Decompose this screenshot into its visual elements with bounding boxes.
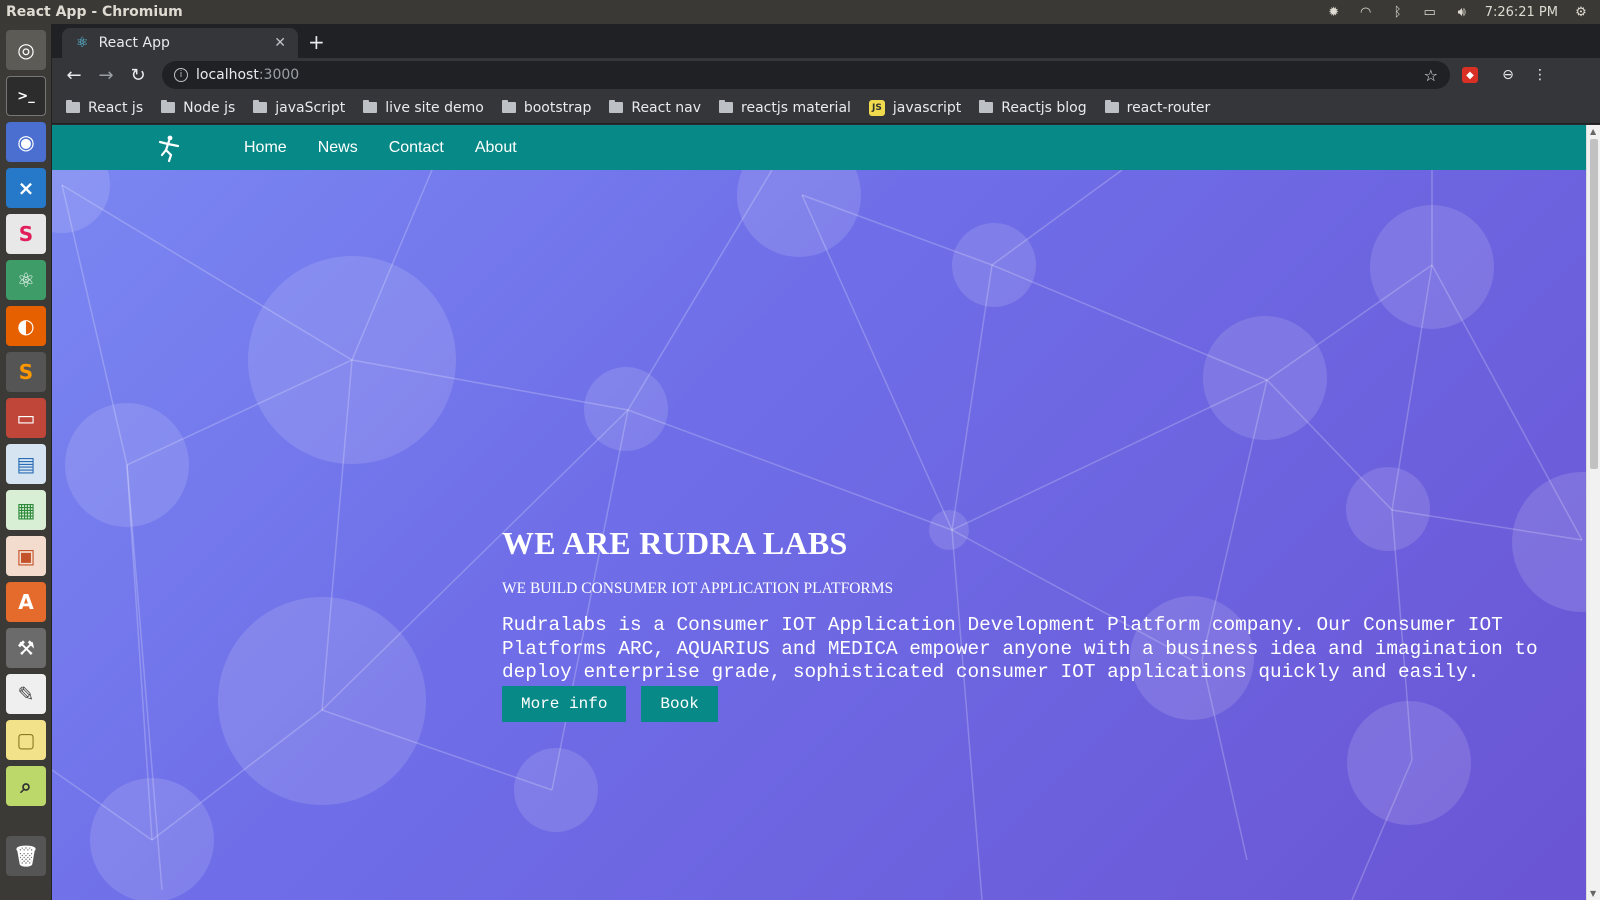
- atom-icon[interactable]: ⚛: [6, 260, 46, 300]
- browser-toolbar: ← → ↻ i localhost:3000 ☆ ◆ ⊖ ⋮: [52, 58, 1600, 92]
- wifi-icon[interactable]: ◠: [1357, 4, 1375, 20]
- bookmark-label: Node js: [183, 99, 236, 116]
- writer-icon[interactable]: ▤: [6, 444, 46, 484]
- volume-icon[interactable]: 🔊︎: [1453, 4, 1471, 20]
- folder-icon: [719, 100, 734, 113]
- bookmark-item[interactable]: JS javascript: [868, 99, 962, 116]
- hero-section: WE ARE RUDRA LABS WE BUILD CONSUMER IOT …: [502, 525, 1562, 722]
- hero-description: Rudralabs is a Consumer IOT Application …: [502, 614, 1562, 685]
- scroll-down-icon[interactable]: ▼: [1590, 889, 1596, 898]
- folder-icon: [66, 100, 80, 113]
- forward-button[interactable]: →: [90, 65, 122, 86]
- update-icon[interactable]: ✹: [1325, 4, 1343, 20]
- hero-description-line: Rudralabs is a Consumer IOT Application …: [502, 614, 1503, 636]
- bookmark-item[interactable]: React js: [66, 100, 143, 116]
- system-settings-icon[interactable]: ⚒: [6, 628, 46, 668]
- battery-icon[interactable]: ▭: [1421, 4, 1439, 20]
- bookmark-label: react-router: [1126, 99, 1211, 116]
- bookmark-label: React nav: [631, 99, 702, 116]
- bluetooth-icon[interactable]: ᛒ: [1389, 4, 1407, 20]
- url-port: :3000: [258, 67, 300, 83]
- hero-title: WE ARE RUDRA LABS: [502, 525, 848, 561]
- bookmark-label: Reactjs blog: [1001, 99, 1087, 116]
- incognito-extension-icon[interactable]: ⊖: [1494, 65, 1522, 85]
- clock[interactable]: 7:26:21 PM: [1485, 5, 1558, 20]
- image-viewer-icon[interactable]: ⌕: [6, 766, 46, 806]
- react-icon: ⚛: [76, 35, 89, 51]
- site-info-icon[interactable]: i: [174, 68, 188, 82]
- nav-link-contact[interactable]: Contact: [389, 139, 444, 157]
- system-top-bar: React App - Chromium ✹ ◠ ᛒ ▭ 🔊︎ 7:26:21 …: [0, 0, 1600, 24]
- folder-icon: [161, 100, 176, 113]
- page-viewport: Home News Contact About WE ARE RUDRA LAB…: [52, 125, 1586, 900]
- folder-icon: [1104, 100, 1119, 113]
- reload-button[interactable]: ↻: [122, 65, 154, 86]
- scrollbar-thumb[interactable]: [1590, 139, 1598, 469]
- tab-react-app[interactable]: ⚛ React App ✕: [62, 28, 298, 58]
- menu-kebab-icon[interactable]: ⋮: [1526, 65, 1554, 85]
- bookmark-item[interactable]: bootstrap: [501, 99, 592, 116]
- sticky-notes-icon[interactable]: ▢: [6, 720, 46, 760]
- vscode-icon[interactable]: ⨯: [6, 168, 46, 208]
- bookmark-item[interactable]: live site demo: [363, 100, 484, 116]
- text-editor-icon[interactable]: ✎: [6, 674, 46, 714]
- sublime-icon[interactable]: S: [6, 352, 46, 392]
- nav-link-home[interactable]: Home: [244, 139, 287, 157]
- page-scrollbar[interactable]: ▲ ▼: [1586, 125, 1600, 900]
- hero-description-line: Platforms ARC, AQUARIUS and MEDICA empow…: [502, 637, 1538, 660]
- tab-strip: ⚛ React App ✕ +: [52, 24, 1600, 58]
- hero-subtitle: WE BUILD CONSUMER IOT APPLICATION PLATFO…: [502, 580, 894, 597]
- bookmark-label: bootstrap: [523, 99, 592, 116]
- impress-icon[interactable]: ▣: [6, 536, 46, 576]
- hero-description-line: deploy enterprise grade, sophisticated c…: [502, 661, 1480, 683]
- folder-icon: [253, 100, 268, 113]
- more-info-button[interactable]: More info: [502, 685, 627, 722]
- slack-icon[interactable]: S: [6, 214, 46, 254]
- folder-icon: [979, 100, 994, 113]
- rudra-labs-logo-icon[interactable]: [154, 133, 184, 163]
- nav-link-about[interactable]: About: [475, 139, 517, 157]
- bookmark-star-icon[interactable]: ☆: [1424, 66, 1438, 85]
- bookmark-label: live site demo: [385, 99, 484, 116]
- hero-buttons: More info Book: [502, 685, 1562, 722]
- scroll-up-icon[interactable]: ▲: [1590, 127, 1596, 136]
- bookmark-item[interactable]: react-router: [1104, 99, 1211, 116]
- close-tab-icon[interactable]: ✕: [274, 35, 286, 51]
- bookmark-item[interactable]: React nav: [609, 100, 701, 116]
- bookmark-label: javascript: [892, 99, 962, 116]
- terminal-icon[interactable]: >_: [6, 76, 46, 116]
- nav-links: Home News Contact About: [244, 139, 517, 157]
- ubuntu-dash-icon[interactable]: ◎: [6, 30, 46, 70]
- firefox-icon[interactable]: ◐: [6, 306, 46, 346]
- chromium-icon[interactable]: ◉: [6, 122, 46, 162]
- folder-icon: [609, 100, 624, 113]
- book-button[interactable]: Book: [641, 685, 718, 722]
- bookmark-item[interactable]: Reactjs blog: [979, 99, 1087, 116]
- software-center-icon[interactable]: A: [6, 582, 46, 622]
- window-title: React App - Chromium: [6, 4, 183, 20]
- bookmarks-bar: React js Node js javaScript live site de…: [52, 92, 1600, 124]
- bookmark-item[interactable]: Node js: [161, 100, 235, 116]
- new-tab-button[interactable]: +: [308, 30, 325, 54]
- tab-title: React App: [98, 35, 170, 51]
- settings-icon[interactable]: ⚙: [1572, 4, 1590, 20]
- js-icon: JS: [868, 99, 885, 116]
- calc-icon[interactable]: ▦: [6, 490, 46, 530]
- extension-icon[interactable]: ◆: [1462, 67, 1478, 83]
- folder-icon: [363, 100, 378, 113]
- ubuntu-launcher: ◎ >_ ◉ ⨯ S ⚛ ◐ S ▭ ▤ ▦ ▣ A ⚒ ✎ ▢ ⌕ 🗑︎: [0, 24, 52, 900]
- trash-icon[interactable]: 🗑︎: [6, 836, 46, 876]
- url-host: localhost: [196, 67, 259, 83]
- bookmark-label: javaScript: [275, 99, 346, 116]
- nav-link-news[interactable]: News: [318, 139, 358, 157]
- files-icon[interactable]: ▭: [6, 398, 46, 438]
- bookmark-item[interactable]: reactjs material: [719, 100, 851, 116]
- bookmark-item[interactable]: javaScript: [253, 100, 345, 116]
- app-navbar: Home News Contact About: [52, 125, 1586, 170]
- back-button[interactable]: ←: [58, 65, 90, 86]
- folder-icon: [501, 100, 516, 113]
- bookmark-label: React js: [88, 99, 144, 116]
- bookmark-label: reactjs material: [741, 99, 851, 116]
- address-bar[interactable]: i localhost:3000 ☆: [162, 61, 1450, 89]
